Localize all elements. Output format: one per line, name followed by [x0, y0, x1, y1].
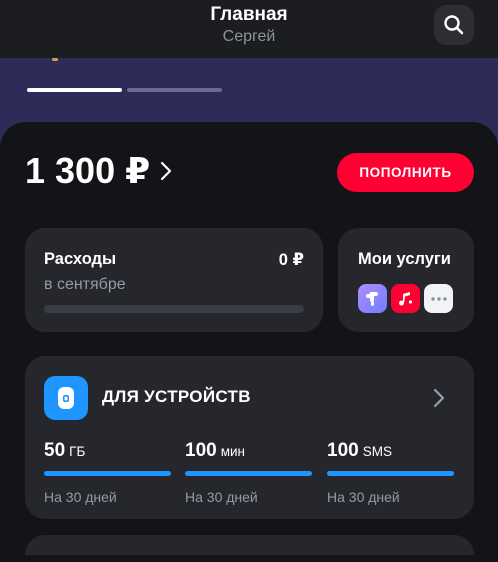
- chevron-right-icon: [433, 387, 445, 414]
- topup-button[interactable]: ПОПОЛНИТЬ: [337, 153, 474, 192]
- page-title: Главная: [210, 4, 288, 25]
- services-icons: [358, 284, 453, 313]
- expenses-period: в сентябре: [44, 276, 126, 293]
- expenses-card[interactable]: Расходы 0 ₽ в сентябре: [25, 228, 323, 332]
- quota-unit: ГБ: [69, 444, 86, 459]
- expenses-title: Расходы: [44, 250, 117, 268]
- banner-progress-inactive: [127, 88, 222, 92]
- device-sim-icon: [44, 376, 88, 420]
- banner-decoration: [52, 58, 58, 61]
- more-icon: [424, 284, 453, 313]
- quota-sms: 100 SMS На 30 дней: [327, 440, 454, 505]
- quota-period: На 30 дней: [327, 489, 400, 505]
- search-button[interactable]: [434, 5, 474, 45]
- tariff-name: ДЛЯ УСТРОЙСТВ: [102, 387, 251, 406]
- quota-value: 50 ГБ: [44, 440, 86, 461]
- music-icon: [391, 284, 420, 313]
- expenses-progress-bar: [44, 305, 304, 313]
- quota-progress-bar: [185, 471, 312, 476]
- quota-minutes: 100 мин На 30 дней: [185, 440, 312, 505]
- quota-progress-bar: [44, 471, 171, 476]
- banner-progress-active: [27, 88, 122, 92]
- quota-value: 100 SMS: [327, 440, 392, 461]
- quota-period: На 30 дней: [185, 489, 258, 505]
- next-card-peek[interactable]: [25, 535, 474, 555]
- balance-amount: 1 300 ₽: [25, 150, 151, 191]
- quota-unit: SMS: [362, 444, 392, 459]
- services-title: Мои услуги: [358, 250, 451, 268]
- search-icon: [444, 15, 464, 35]
- quota-progress-bar: [327, 471, 454, 476]
- quota-internet: 50 ГБ На 30 дней: [44, 440, 171, 505]
- top-header: Главная Сергей: [0, 0, 498, 58]
- quota-period: На 30 дней: [44, 489, 117, 505]
- account-name[interactable]: Сергей: [0, 28, 498, 46]
- services-card[interactable]: Мои услуги: [338, 228, 474, 332]
- quota-unit: мин: [220, 444, 245, 459]
- plus-service-icon: [358, 284, 387, 313]
- chevron-right-icon: [160, 160, 172, 182]
- expenses-amount: 0 ₽: [278, 251, 304, 269]
- quota-value: 100 мин: [185, 440, 245, 461]
- tariff-card[interactable]: ДЛЯ УСТРОЙСТВ 50 ГБ На 30 дней 100 мин На …: [25, 356, 474, 519]
- balance[interactable]: 1 300 ₽: [25, 150, 172, 192]
